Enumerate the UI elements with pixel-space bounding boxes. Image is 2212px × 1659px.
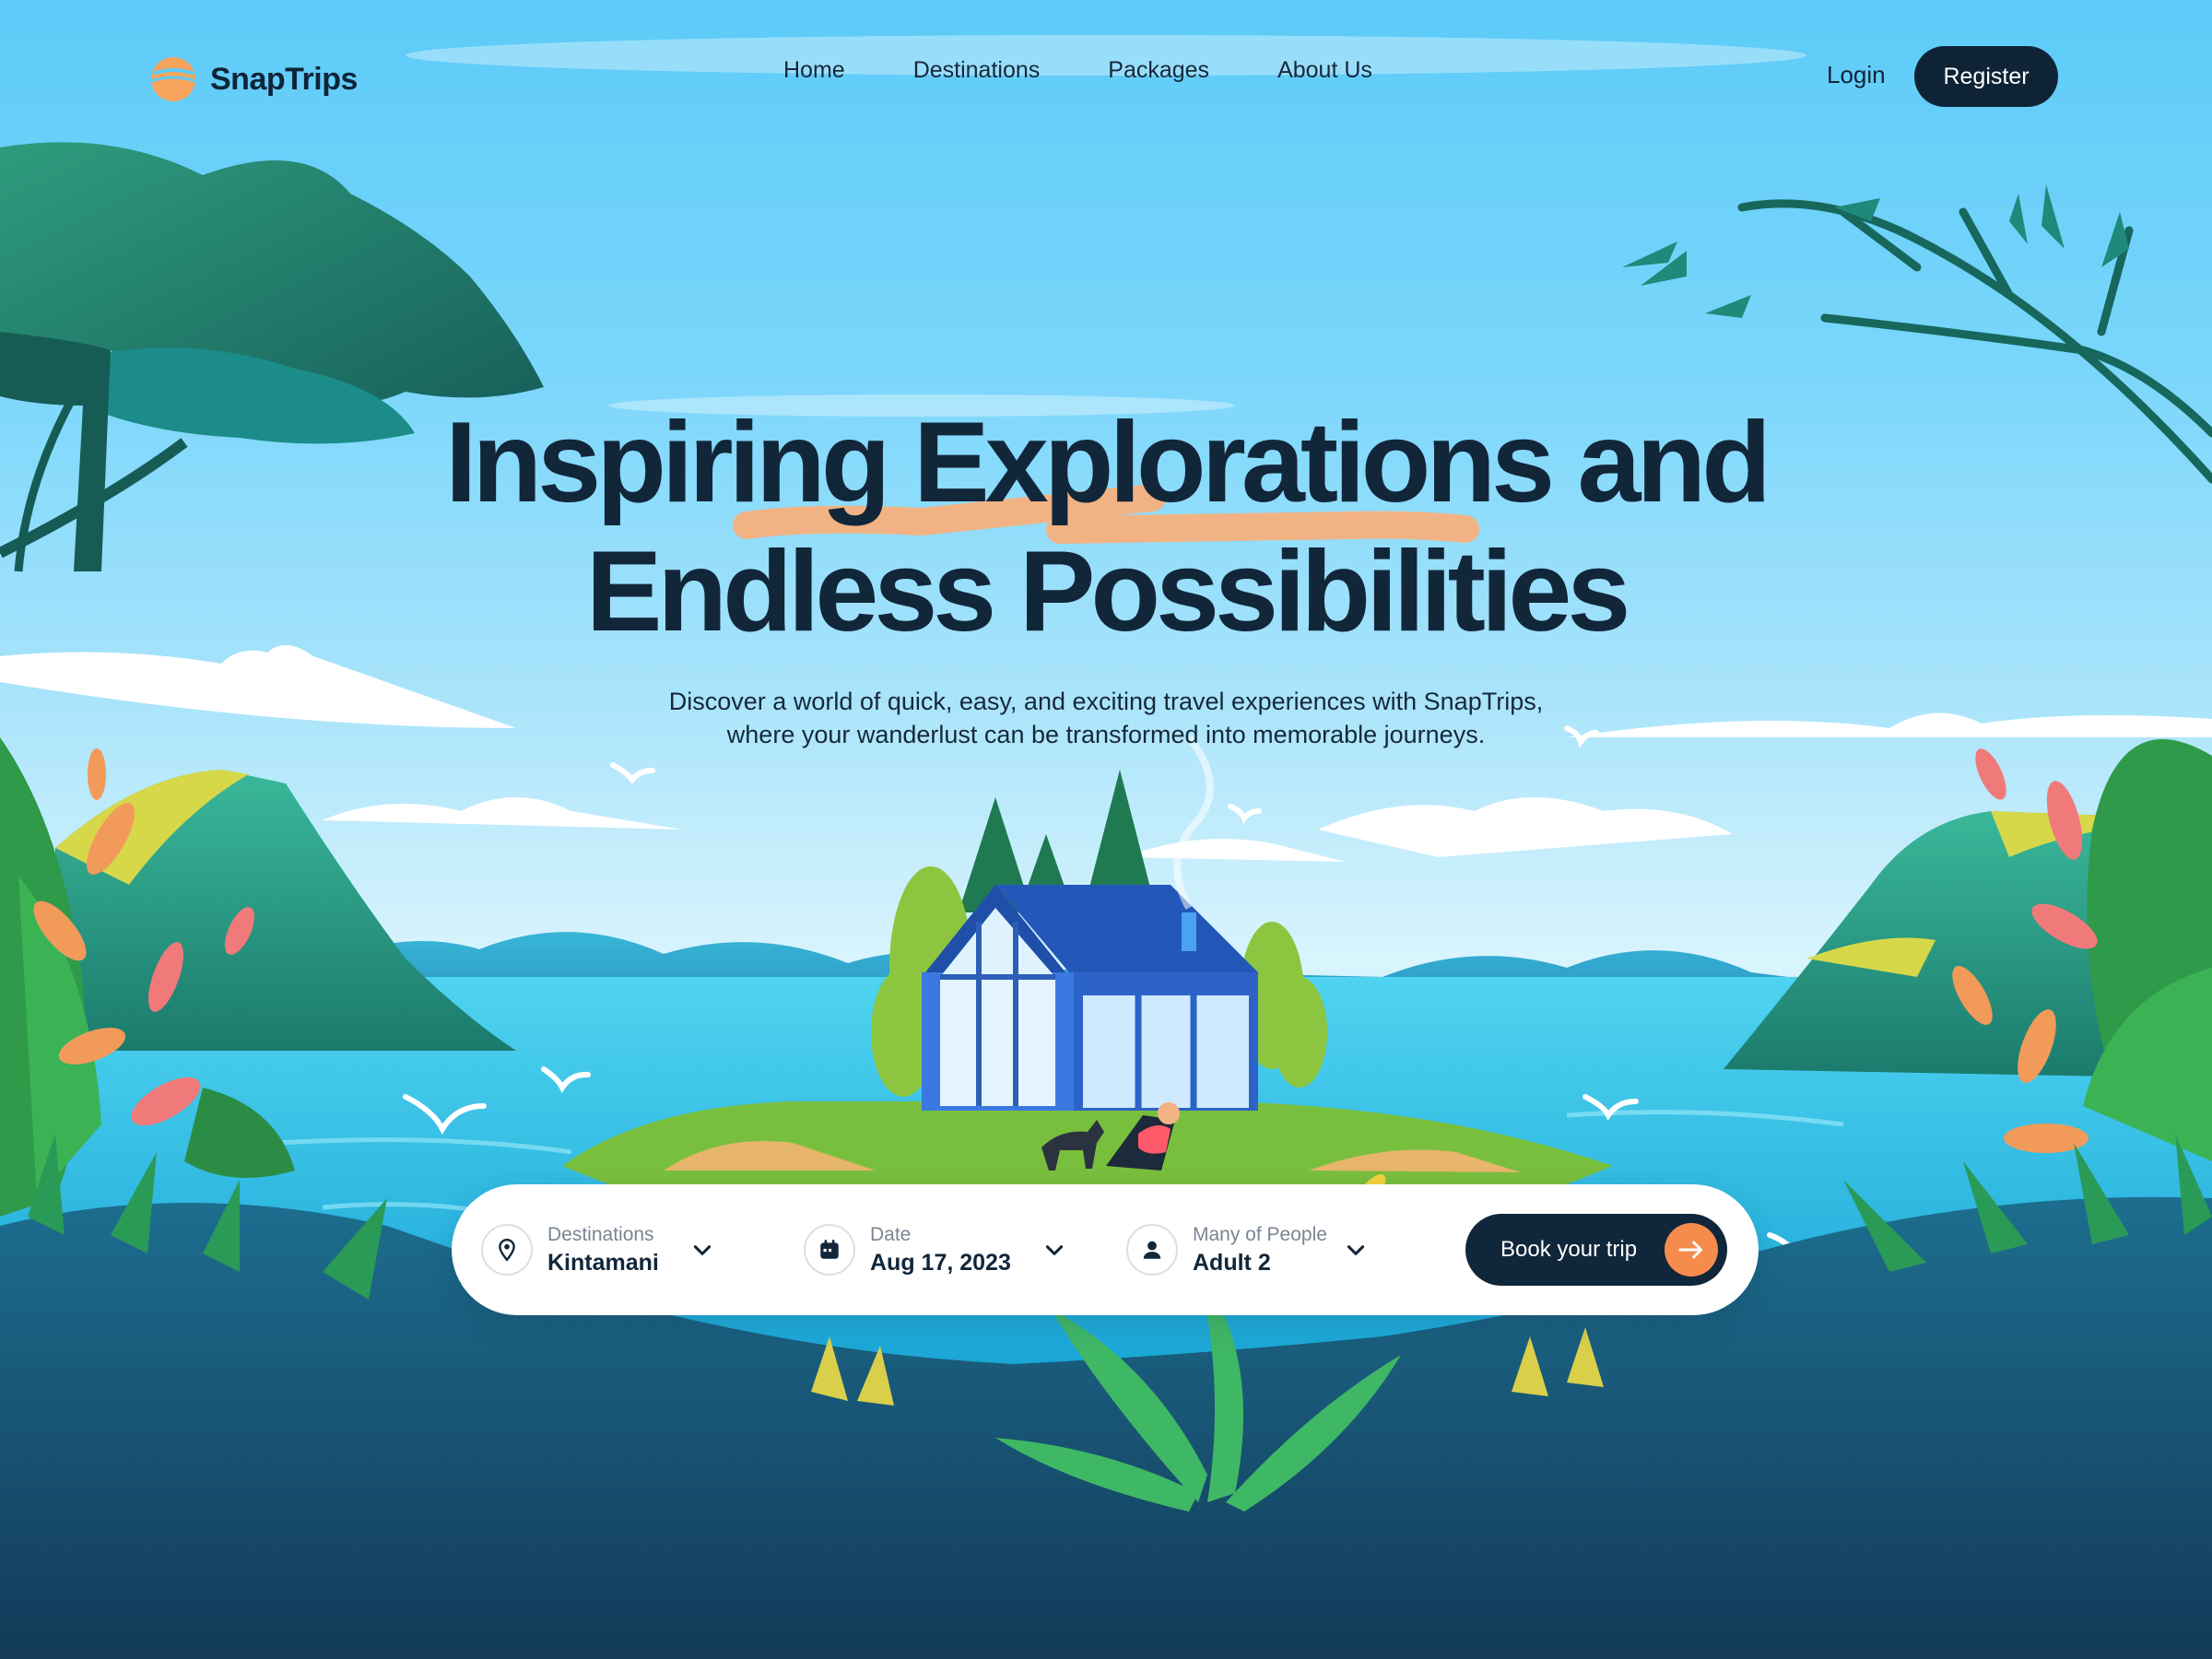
calendar-icon <box>804 1224 855 1276</box>
chevron-down-icon[interactable] <box>1042 1238 1066 1262</box>
people-label: Many of People <box>1193 1224 1327 1245</box>
hero-subtitle-line-2: where your wanderlust can be transformed… <box>726 721 1486 748</box>
book-trip-button[interactable]: Book your trip <box>1465 1214 1727 1286</box>
login-link[interactable]: Login <box>1827 61 1886 89</box>
destination-select[interactable]: Destinations Kintamani <box>481 1218 714 1282</box>
register-button[interactable]: Register <box>1914 46 2058 107</box>
hero-illustration <box>0 35 2212 1659</box>
hero-subtitle: Discover a world of quick, easy, and exc… <box>0 685 2212 751</box>
nav-home[interactable]: Home <box>783 57 845 84</box>
brand-logo[interactable]: SnapTrips <box>149 50 358 109</box>
book-trip-label: Book your trip <box>1500 1237 1638 1262</box>
main-menu: Home Destinations Packages About Us <box>783 57 1372 84</box>
date-value: Aug 17, 2023 <box>870 1250 1011 1276</box>
top-navbar: SnapTrips Home Destinations Packages Abo… <box>0 0 2212 155</box>
people-value: Adult 2 <box>1193 1250 1271 1276</box>
nav-about-us[interactable]: About Us <box>1277 57 1372 84</box>
location-pin-icon <box>481 1224 533 1276</box>
glass-cabin <box>922 735 1258 1111</box>
chevron-down-icon[interactable] <box>1344 1238 1368 1262</box>
destination-label: Destinations <box>547 1224 654 1245</box>
nav-destinations[interactable]: Destinations <box>913 57 1041 84</box>
chevron-down-icon[interactable] <box>690 1238 714 1262</box>
date-label: Date <box>870 1224 912 1245</box>
people-select[interactable]: Many of People Adult 2 <box>1126 1218 1368 1282</box>
nav-packages[interactable]: Packages <box>1108 57 1209 84</box>
hero-title-line-2: Endless Possibilities <box>585 528 1631 655</box>
arrow-right-icon <box>1665 1223 1718 1277</box>
sun-logo-icon <box>150 57 196 101</box>
booking-bar: Destinations Kintamani Date Aug 17, 2023… <box>452 1184 1759 1315</box>
destination-value: Kintamani <box>547 1250 659 1276</box>
branch-leaves <box>1622 184 2129 318</box>
hero-title: Inspiring Explorations and Endless Possi… <box>0 398 2212 656</box>
brand-name: SnapTrips <box>210 61 358 97</box>
hero-subtitle-line-1: Discover a world of quick, easy, and exc… <box>668 688 1544 715</box>
date-picker[interactable]: Date Aug 17, 2023 <box>804 1218 1066 1282</box>
hero-title-line-1: Inspiring Explorations and <box>445 399 1771 526</box>
user-icon <box>1126 1224 1178 1276</box>
landing-page: SnapTrips Home Destinations Packages Abo… <box>0 0 2212 1659</box>
